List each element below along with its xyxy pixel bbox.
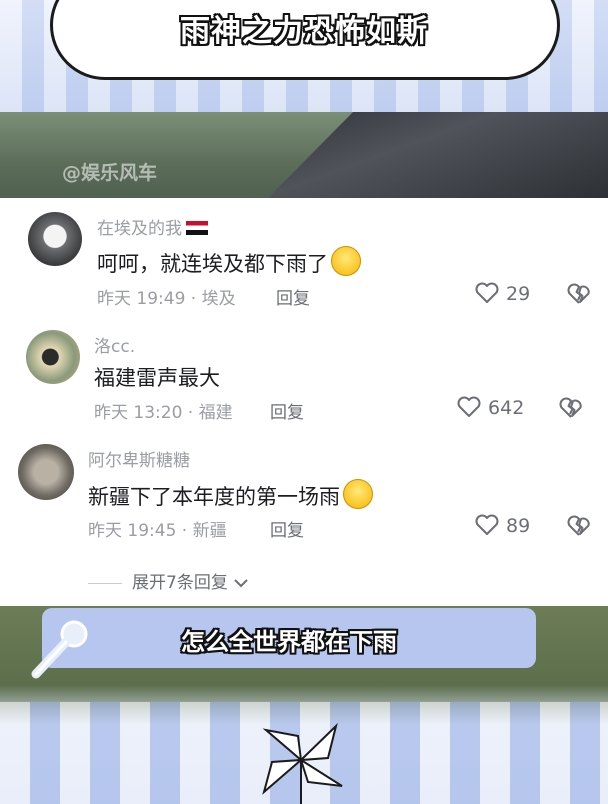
heart-icon (475, 282, 499, 303)
like-button[interactable]: 29 (474, 281, 530, 305)
comment-meta: 昨天 19:45 · 新疆 (88, 521, 227, 541)
expand-replies-button[interactable]: 展开7条回复 (88, 568, 249, 593)
video-scene (268, 112, 608, 198)
chevron-down-icon (234, 579, 248, 588)
divider (88, 582, 122, 584)
comment-meta: 昨天 13:20 · 福建 (94, 403, 233, 423)
like-count: 29 (506, 283, 531, 305)
smiling-emoji-icon (343, 479, 373, 509)
reply-button[interactable]: 回复 (270, 516, 304, 541)
microphone-icon (31, 620, 88, 679)
comment-username[interactable]: 洛cc. (94, 332, 135, 357)
broken-heart-icon (567, 283, 590, 304)
caption-text: 怎么全世界都在下雨 (181, 628, 397, 656)
like-button[interactable]: 89 (474, 513, 530, 537)
heart-icon (475, 514, 499, 535)
dislike-button[interactable] (566, 514, 592, 538)
comment-username[interactable]: 在埃及的我 (97, 214, 208, 239)
dislike-button[interactable] (566, 282, 592, 306)
comment-text: 新疆下了本年度的第一场雨 (88, 479, 373, 511)
comment-list: 在埃及的我 呵呵，就连埃及都下雨了 昨天 19:49 · 埃及 回复 29 洛c… (0, 198, 608, 606)
video-strip: @娱乐风车 (0, 112, 608, 198)
comment-text: 呵呵，就连埃及都下雨了 (97, 246, 361, 278)
comment-username[interactable]: 阿尔卑斯糖糖 (88, 446, 190, 471)
reply-button[interactable]: 回复 (270, 398, 304, 423)
reply-button[interactable]: 回复 (276, 284, 310, 309)
dislike-button[interactable] (558, 396, 584, 420)
like-count: 89 (506, 515, 531, 537)
broken-heart-icon (559, 397, 582, 418)
broken-heart-icon (567, 515, 590, 536)
pinwheel-icon (262, 722, 343, 804)
watermark: @娱乐风车 (62, 162, 158, 184)
heart-icon (457, 396, 481, 417)
avatar[interactable] (26, 330, 80, 384)
like-button[interactable]: 642 (456, 395, 524, 419)
avatar[interactable] (18, 444, 74, 500)
like-count: 642 (488, 397, 525, 419)
avatar[interactable] (28, 212, 82, 266)
egypt-flag-icon (186, 221, 208, 235)
page-title: 雨神之力恐怖如斯 (180, 14, 428, 49)
comment-text: 福建雷声最大 (94, 366, 220, 390)
laughing-emoji-icon (331, 246, 361, 276)
comment-meta: 昨天 19:49 · 埃及 (97, 289, 236, 309)
